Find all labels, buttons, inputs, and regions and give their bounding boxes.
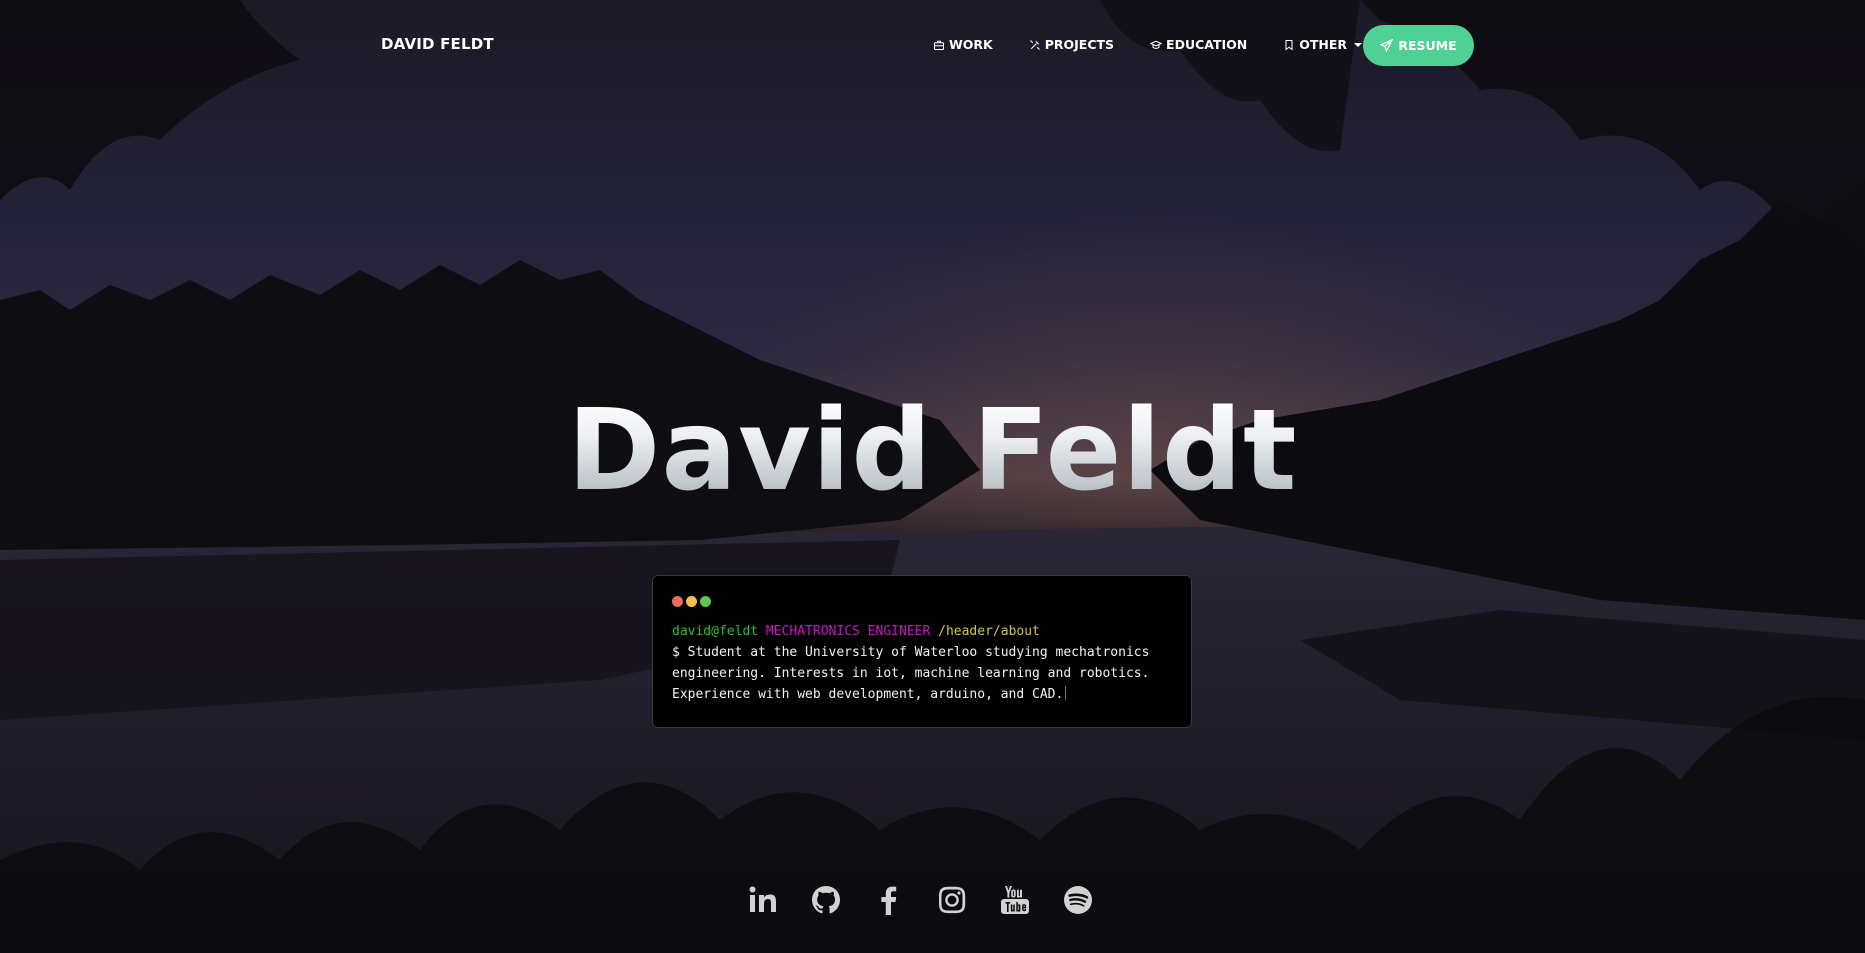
- nav-link-education[interactable]: EDUCATION: [1150, 37, 1247, 52]
- maximize-dot-icon: [700, 596, 711, 607]
- instagram-icon[interactable]: [936, 884, 968, 916]
- paper-plane-icon: [1380, 39, 1394, 52]
- nav-link-education-label: EDUCATION: [1166, 37, 1248, 52]
- nav-link-work[interactable]: WORK: [933, 37, 993, 52]
- tools-icon: [1029, 39, 1040, 50]
- terminal-prompt-line: david@feldt MECHATRONICS ENGINEER /heade…: [672, 621, 1172, 642]
- chevron-down-icon: [1354, 42, 1363, 47]
- minimize-dot-icon: [686, 596, 697, 607]
- nav-link-projects-label: PROJECTS: [1044, 37, 1115, 52]
- social-links: [747, 884, 1094, 916]
- brand-logo-text[interactable]: DAVID FELDT: [381, 35, 494, 53]
- resume-button-label: RESUME: [1398, 38, 1457, 53]
- close-dot-icon: [672, 596, 683, 607]
- nav-links: WORK PROJECTS EDUCATION OTHER: [933, 37, 1398, 52]
- terminal-window: david@feldt MECHATRONICS ENGINEER /heade…: [652, 575, 1192, 728]
- terminal-cursor: [1065, 686, 1067, 700]
- graduation-cap-icon: [1150, 40, 1163, 49]
- terminal-line-2: engineering. Interests in iot, machine l…: [672, 666, 1150, 681]
- briefcase-icon: [933, 40, 945, 50]
- github-icon[interactable]: [810, 884, 842, 916]
- linkedin-icon[interactable]: [747, 884, 779, 916]
- top-navbar: DAVID FELDT WORK PROJECTS EDUCATION OTHE…: [0, 0, 1865, 90]
- nav-link-work-label: WORK: [949, 37, 993, 52]
- terminal-user: david@feldt: [672, 624, 759, 639]
- spotify-icon[interactable]: [1062, 884, 1094, 916]
- hero-title: David Feldt: [0, 395, 1865, 507]
- resume-button[interactable]: RESUME: [1363, 25, 1474, 66]
- terminal-window-controls: [672, 596, 1172, 607]
- nav-link-projects[interactable]: PROJECTS: [1029, 37, 1114, 52]
- terminal-path: /header/about: [938, 624, 1040, 639]
- facebook-icon[interactable]: [873, 884, 905, 916]
- terminal-text: david@feldt MECHATRONICS ENGINEER /heade…: [672, 621, 1172, 705]
- youtube-icon[interactable]: [999, 884, 1031, 916]
- terminal-line-3: Experience with web development, arduino…: [672, 687, 1064, 702]
- nav-link-other-dropdown[interactable]: OTHER: [1283, 37, 1363, 52]
- terminal-line-1: $ Student at the University of Waterloo …: [672, 645, 1150, 660]
- bookmark-icon: [1285, 39, 1293, 51]
- nav-link-other-label: OTHER: [1299, 37, 1348, 52]
- terminal-role: MECHATRONICS ENGINEER: [765, 624, 931, 639]
